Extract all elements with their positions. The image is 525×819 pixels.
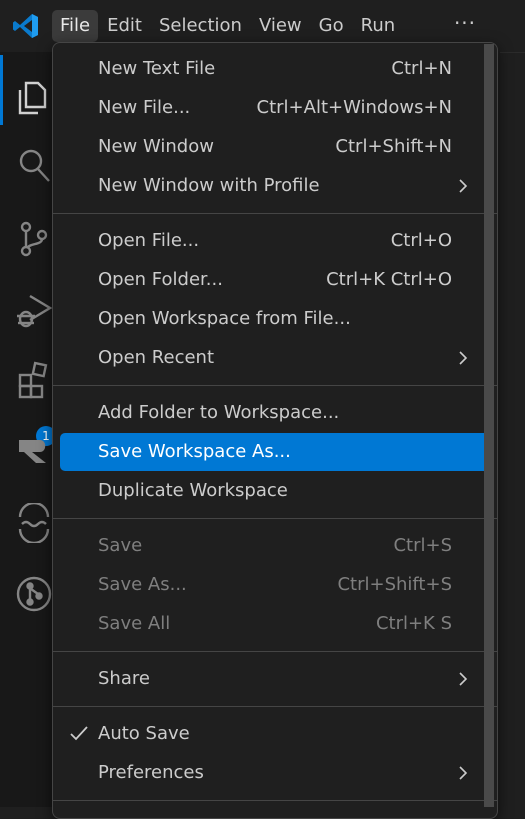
menu-item-shortcut: Ctrl+K Ctrl+O — [326, 269, 452, 290]
menu-item-label: Open File... — [98, 230, 200, 251]
menu-item-open-folder[interactable]: Open Folder... Ctrl+K Ctrl+O — [60, 261, 490, 299]
search-icon[interactable] — [0, 136, 52, 188]
menu-item-save[interactable]: Save Ctrl+S — [60, 527, 490, 565]
menu-item-label: Open Workspace from File... — [98, 308, 351, 329]
editor-border — [500, 52, 525, 53]
menu-item-shortcut: Ctrl+N — [391, 58, 452, 79]
remote-explorer-icon[interactable] — [0, 420, 52, 472]
menu-item-label: New Window with Profile — [98, 175, 320, 196]
menu-item-label: New Text File — [98, 58, 216, 79]
menu-view[interactable]: View — [251, 10, 310, 42]
menu-item-label: Save As... — [98, 574, 187, 595]
menu-separator — [53, 800, 497, 801]
vscode-logo-icon[interactable] — [12, 12, 40, 40]
menu-item-duplicate-workspace[interactable]: Duplicate Workspace — [60, 472, 490, 510]
menu-item-shortcut: Ctrl+Shift+N — [335, 136, 452, 157]
menu-file[interactable]: File — [52, 10, 99, 42]
menu-item-preferences[interactable]: Preferences — [60, 754, 490, 792]
menu-item-save-as[interactable]: Save As... Ctrl+Shift+S — [60, 566, 490, 604]
menu-bar: File Edit Selection View Go Run — [52, 9, 404, 43]
menu-item-label: Open Recent — [98, 347, 215, 368]
extensions-icon[interactable] — [0, 349, 52, 401]
menu-item-label: Preferences — [98, 762, 204, 783]
source-control-icon[interactable] — [0, 207, 52, 259]
menu-item-auto-save[interactable]: Auto Save — [60, 715, 490, 753]
menu-item-share[interactable]: Share — [60, 660, 490, 698]
menu-separator — [53, 213, 497, 214]
menu-item-shortcut: Ctrl+S — [393, 535, 452, 556]
menu-run[interactable]: Run — [353, 10, 404, 42]
live-share-icon[interactable] — [0, 491, 52, 543]
chevron-right-icon — [459, 766, 468, 780]
more-menu-icon[interactable]: ··· — [452, 9, 478, 41]
menu-item-label: Auto Save — [98, 723, 190, 744]
menu-item-save-all[interactable]: Save All Ctrl+K S — [60, 605, 490, 643]
menu-item-new-window[interactable]: New Window Ctrl+Shift+N — [60, 128, 490, 166]
file-menu: New Text File Ctrl+N New File... Ctrl+Al… — [52, 42, 498, 819]
menu-selection[interactable]: Selection — [151, 10, 250, 42]
menu-separator — [53, 706, 497, 707]
active-view-indicator — [0, 55, 3, 125]
menu-item-label: New Window — [98, 136, 214, 157]
activity-bar: 1 — [0, 52, 56, 807]
menu-item-shortcut: Ctrl+K S — [375, 613, 452, 634]
menu-edit[interactable]: Edit — [99, 10, 150, 42]
menu-item-shortcut: Ctrl+Shift+S — [337, 574, 452, 595]
menu-item-label: New File... — [98, 97, 191, 118]
menu-item-new-file[interactable]: New File... Ctrl+Alt+Windows+N — [60, 89, 490, 127]
menu-item-shortcut: Ctrl+Alt+Windows+N — [256, 97, 452, 118]
menu-item-label: Open Folder... — [98, 269, 223, 290]
menu-separator — [53, 651, 497, 652]
menu-item-label: Save Workspace As... — [98, 441, 291, 462]
menu-item-open-recent[interactable]: Open Recent — [60, 339, 490, 377]
checkmark-icon — [70, 726, 88, 741]
menu-item-label: Save All — [98, 613, 171, 634]
menu-item-new-window-with-profile[interactable]: New Window with Profile — [60, 167, 490, 205]
run-debug-icon[interactable] — [0, 278, 52, 330]
menu-item-label: Share — [98, 668, 150, 689]
git-graph-icon[interactable] — [0, 562, 52, 614]
menu-item-open-file[interactable]: Open File... Ctrl+O — [60, 222, 490, 260]
menu-item-label: Duplicate Workspace — [98, 480, 288, 501]
menu-item-add-folder-to-workspace[interactable]: Add Folder to Workspace... — [60, 394, 490, 432]
menu-separator — [53, 518, 497, 519]
menu-separator — [53, 385, 497, 386]
chevron-right-icon — [459, 179, 468, 193]
menu-item-open-workspace-from-file[interactable]: Open Workspace from File... — [60, 300, 490, 338]
menu-item-label: Add Folder to Workspace... — [98, 402, 340, 423]
chevron-right-icon — [459, 351, 468, 365]
menu-go[interactable]: Go — [311, 10, 352, 42]
menu-item-label: Save — [98, 535, 143, 556]
menu-scrollbar[interactable] — [484, 44, 494, 807]
menu-item-shortcut: Ctrl+O — [390, 230, 452, 251]
menu-item-new-text-file[interactable]: New Text File Ctrl+N — [60, 50, 490, 88]
explorer-icon[interactable] — [0, 65, 52, 117]
chevron-right-icon — [459, 672, 468, 686]
menu-item-save-workspace-as[interactable]: Save Workspace As... — [60, 433, 490, 471]
